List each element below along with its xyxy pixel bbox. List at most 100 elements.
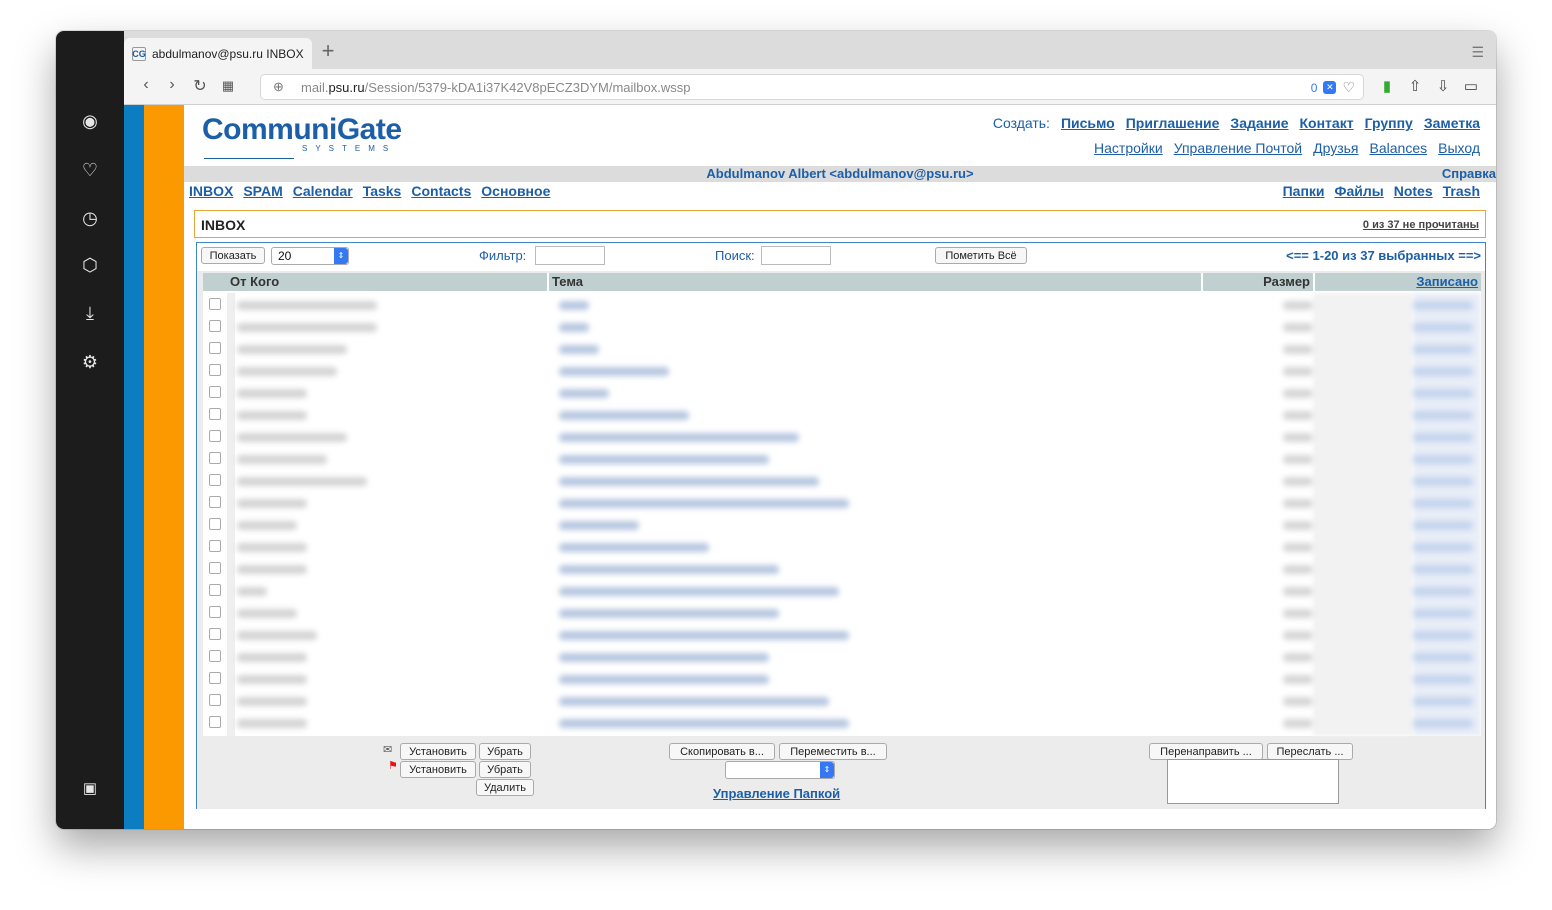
- row-checkbox[interactable]: [209, 386, 221, 398]
- row-checkbox[interactable]: [209, 518, 221, 530]
- forward-icon[interactable]: ›: [162, 76, 182, 94]
- table-row[interactable]: [203, 513, 1481, 535]
- move-to-button[interactable]: Переместить в...: [779, 743, 887, 760]
- redacted-subject[interactable]: [559, 521, 639, 530]
- header-from[interactable]: От Кого: [227, 273, 547, 291]
- tab-menu-icon[interactable]: ☰: [1471, 44, 1484, 61]
- nav-trash[interactable]: Trash: [1443, 183, 1480, 199]
- nav-spam[interactable]: SPAM: [243, 183, 282, 199]
- header-date[interactable]: Записано: [1315, 273, 1481, 291]
- row-checkbox[interactable]: [209, 606, 221, 618]
- create-letter-link[interactable]: Письмо: [1061, 115, 1115, 131]
- clock-icon[interactable]: ◷: [78, 206, 102, 230]
- speed-dial-icon[interactable]: ▦: [218, 78, 238, 94]
- nav-contacts[interactable]: Contacts: [411, 183, 471, 199]
- redacted-subject[interactable]: [559, 499, 849, 508]
- redacted-subject[interactable]: [559, 389, 609, 398]
- share-icon[interactable]: ⇧: [1406, 77, 1424, 95]
- table-row[interactable]: [203, 601, 1481, 623]
- row-checkbox[interactable]: [209, 584, 221, 596]
- remove-read-button[interactable]: Убрать: [479, 743, 531, 760]
- filter-input[interactable]: [535, 246, 605, 265]
- row-checkbox[interactable]: [209, 342, 221, 354]
- table-row[interactable]: [203, 381, 1481, 403]
- table-row[interactable]: [203, 623, 1481, 645]
- table-row[interactable]: [203, 425, 1481, 447]
- row-checkbox[interactable]: [209, 452, 221, 464]
- remove-flag-button[interactable]: Убрать: [479, 761, 531, 778]
- row-checkbox[interactable]: [209, 496, 221, 508]
- download-icon[interactable]: ⇩: [1434, 77, 1452, 95]
- heart-icon[interactable]: ♡: [78, 158, 102, 182]
- extension-icon[interactable]: ▮: [1378, 77, 1396, 95]
- table-row[interactable]: [203, 491, 1481, 513]
- table-row[interactable]: [203, 469, 1481, 491]
- header-subject[interactable]: Тема: [549, 273, 1201, 291]
- mark-all-button[interactable]: Пометить Всё: [935, 247, 1027, 264]
- nav-folders[interactable]: Папки: [1283, 183, 1325, 199]
- redacted-subject[interactable]: [559, 433, 799, 442]
- back-icon[interactable]: ‹: [136, 76, 156, 94]
- redacted-subject[interactable]: [559, 587, 839, 596]
- show-button[interactable]: Показать: [201, 247, 265, 264]
- reload-icon[interactable]: ↻: [190, 76, 210, 96]
- sidebar-toggle-icon[interactable]: ▣: [78, 777, 102, 801]
- settings-link[interactable]: Настройки: [1094, 140, 1163, 156]
- download-icon[interactable]: ⤓: [78, 301, 102, 325]
- folder-select[interactable]: ⇕: [725, 761, 835, 779]
- nav-calendar[interactable]: Calendar: [293, 183, 353, 199]
- friends-link[interactable]: Друзья: [1313, 140, 1358, 156]
- nav-notes[interactable]: Notes: [1394, 183, 1433, 199]
- nav-main[interactable]: Основное: [481, 183, 550, 199]
- redacted-subject[interactable]: [559, 323, 589, 332]
- active-tab[interactable]: CG abdulmanov@psu.ru INBOX: [124, 38, 312, 69]
- table-row[interactable]: [203, 711, 1481, 733]
- row-checkbox[interactable]: [209, 650, 221, 662]
- create-note-link[interactable]: Заметка: [1424, 115, 1480, 131]
- set-read-button[interactable]: Установить: [400, 743, 476, 760]
- unread-count-link[interactable]: 0 из 37 не прочитаны: [1363, 219, 1479, 231]
- table-row[interactable]: [203, 315, 1481, 337]
- forward-button[interactable]: Переслать ...: [1267, 743, 1353, 760]
- copy-to-button[interactable]: Скопировать в...: [669, 743, 775, 760]
- new-tab-button[interactable]: +: [318, 38, 338, 64]
- table-row[interactable]: [203, 293, 1481, 315]
- row-checkbox[interactable]: [209, 672, 221, 684]
- row-checkbox[interactable]: [209, 716, 221, 728]
- create-group-link[interactable]: Группу: [1365, 115, 1413, 131]
- redirect-button[interactable]: Перенаправить ...: [1149, 743, 1263, 760]
- set-flag-button[interactable]: Установить: [400, 761, 476, 778]
- row-checkbox[interactable]: [209, 298, 221, 310]
- url-field[interactable]: ⊕ mail. psu.ru/Session/5379-kDA1i37K42V8p…: [260, 74, 1364, 100]
- table-row[interactable]: [203, 447, 1481, 469]
- redacted-subject[interactable]: [559, 411, 689, 420]
- pager-link[interactable]: <== 1-20 из 37 выбранных ==>: [1286, 248, 1481, 263]
- redacted-subject[interactable]: [559, 455, 769, 464]
- redacted-subject[interactable]: [559, 565, 779, 574]
- table-row[interactable]: [203, 557, 1481, 579]
- row-checkbox[interactable]: [209, 474, 221, 486]
- delete-button[interactable]: Удалить: [476, 779, 534, 796]
- page-size-select[interactable]: 20 ⇕: [271, 247, 349, 265]
- box-icon[interactable]: ⬡: [78, 253, 102, 277]
- row-checkbox[interactable]: [209, 408, 221, 420]
- redacted-subject[interactable]: [559, 675, 769, 684]
- table-row[interactable]: [203, 689, 1481, 711]
- manage-folder-link[interactable]: Управление Папкой: [713, 786, 840, 801]
- table-row[interactable]: [203, 535, 1481, 557]
- redacted-subject[interactable]: [559, 697, 829, 706]
- shield-icon[interactable]: ✕: [1323, 81, 1337, 94]
- row-checkbox[interactable]: [209, 364, 221, 376]
- redacted-subject[interactable]: [559, 653, 769, 662]
- row-checkbox[interactable]: [209, 320, 221, 332]
- nav-files[interactable]: Файлы: [1335, 183, 1384, 199]
- create-invitation-link[interactable]: Приглашение: [1126, 115, 1220, 131]
- row-checkbox[interactable]: [209, 562, 221, 574]
- help-link[interactable]: Справка: [1442, 166, 1496, 182]
- redacted-subject[interactable]: [559, 631, 849, 640]
- search-input[interactable]: [761, 246, 831, 265]
- table-row[interactable]: [203, 337, 1481, 359]
- nav-inbox[interactable]: INBOX: [189, 183, 233, 199]
- logout-link[interactable]: Выход: [1438, 140, 1480, 156]
- redacted-subject[interactable]: [559, 367, 669, 376]
